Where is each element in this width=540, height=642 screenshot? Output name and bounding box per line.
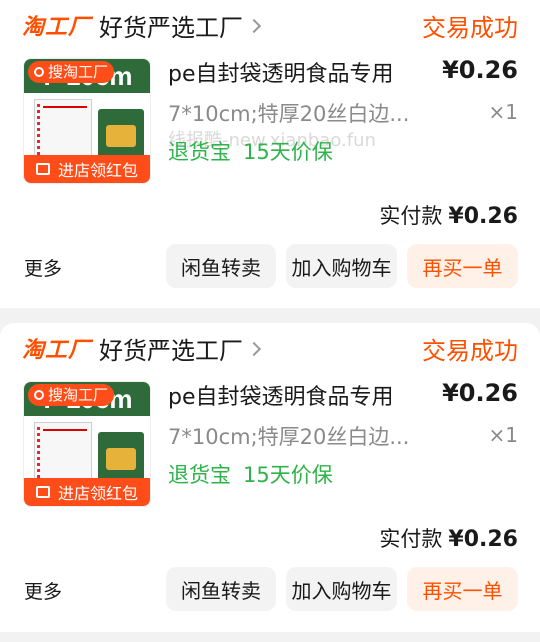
bag-seal [43, 429, 87, 431]
more-button[interactable]: 更多 [24, 254, 62, 281]
shop-header[interactable]: 淘工厂 好货严选工厂 交易成功 [22, 331, 518, 366]
guarantee-label: 退货宝 [168, 463, 231, 487]
chevron-right-icon[interactable] [246, 341, 262, 357]
bag-seal [43, 106, 87, 108]
chevron-right-icon[interactable] [246, 18, 262, 34]
order-status: 交易成功 [422, 14, 518, 42]
paid-label: 实付款 [379, 204, 443, 228]
paid-amount: ¥0.26 [448, 527, 518, 552]
shop-logo: 淘工厂 [22, 338, 92, 363]
rebuy-button[interactable]: 再买一单 [407, 567, 518, 611]
more-button[interactable]: 更多 [24, 577, 62, 604]
add-to-cart-button[interactable]: 加入购物车 [286, 244, 397, 288]
add-to-cart-button[interactable]: 加入购物车 [286, 567, 397, 611]
guarantee-info: 退货宝 15天价保 [168, 136, 333, 166]
product-title[interactable]: pe自封袋透明食品专用 [168, 379, 394, 411]
order-card[interactable]: 淘工厂 好货严选工厂 交易成功 7*10cm 搜淘工厂 进店领红包 pe自封袋透… [0, 0, 540, 308]
search-icon [34, 390, 44, 400]
shop-header[interactable]: 淘工厂 好货严选工厂 交易成功 [22, 8, 518, 43]
bottom-separator [0, 632, 540, 642]
paid-summary: 实付款 ¥0.26 [379, 200, 518, 230]
shop-logo: 淘工厂 [22, 15, 92, 40]
thumbnail-store-text: 进店领红包 [57, 484, 138, 503]
card-inside-image [106, 125, 136, 147]
gift-icon [35, 486, 50, 498]
shop-name[interactable]: 好货严选工厂 [99, 331, 243, 366]
card-separator [0, 308, 540, 323]
thumbnail-search-text: 搜淘工厂 [48, 386, 109, 404]
product-spec: 7*10cm;特厚20丝白边... [168, 425, 410, 449]
thumbnail-search-badge: 搜淘工厂 [28, 384, 115, 406]
gift-icon [35, 163, 50, 175]
shop-name[interactable]: 好货严选工厂 [99, 8, 243, 43]
product-quantity: ×1 [488, 423, 518, 447]
guarantee-value: 15天价保 [243, 140, 333, 164]
guarantee-info: 退货宝 15天价保 [168, 459, 333, 489]
paid-summary: 实付款 ¥0.26 [379, 523, 518, 553]
product-quantity: ×1 [488, 100, 518, 124]
paid-label: 实付款 [379, 527, 443, 551]
product-thumbnail[interactable]: 7*10cm 搜淘工厂 进店领红包 [23, 58, 151, 184]
guarantee-label: 退货宝 [168, 140, 231, 164]
product-price: ¥0.26 [442, 379, 518, 407]
product-spec: 7*10cm;特厚20丝白边... [168, 102, 410, 126]
order-status: 交易成功 [422, 337, 518, 365]
product-price: ¥0.26 [442, 56, 518, 84]
card-inside-image [106, 448, 136, 470]
rebuy-button[interactable]: 再买一单 [407, 244, 518, 288]
thumbnail-store-text: 进店领红包 [57, 161, 138, 180]
product-title[interactable]: pe自封袋透明食品专用 [168, 56, 394, 88]
thumbnail-store-banner: 进店领红包 [24, 155, 150, 183]
paid-amount: ¥0.26 [448, 204, 518, 229]
order-card[interactable]: 淘工厂 好货严选工厂 交易成功 7*10cm 搜淘工厂 进店领红包 pe自封袋透… [0, 323, 540, 632]
resell-button[interactable]: 闲鱼转卖 [166, 244, 276, 288]
thumbnail-store-banner: 进店领红包 [24, 478, 150, 506]
search-icon [34, 67, 44, 77]
guarantee-value: 15天价保 [243, 463, 333, 487]
resell-button[interactable]: 闲鱼转卖 [166, 567, 276, 611]
product-thumbnail[interactable]: 7*10cm 搜淘工厂 进店领红包 [23, 381, 151, 507]
thumbnail-search-badge: 搜淘工厂 [28, 61, 115, 83]
thumbnail-search-text: 搜淘工厂 [48, 63, 109, 81]
